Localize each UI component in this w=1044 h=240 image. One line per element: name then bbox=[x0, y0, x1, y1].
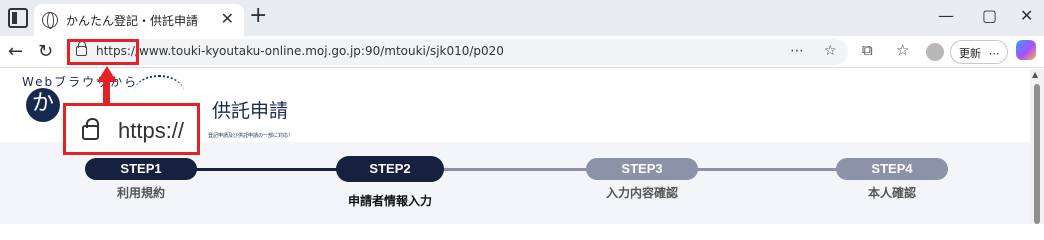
site-subtitle: 登記申請及び供託申請の一部に対応！ bbox=[208, 133, 294, 139]
favorites-icon[interactable]: ☆ bbox=[896, 41, 909, 59]
browser-toolbar: ← ↻ https://www.touki-kyoutaku-online.mo… bbox=[0, 36, 1044, 68]
update-button-label: 更新 bbox=[959, 47, 981, 60]
maximize-button[interactable]: ▢ bbox=[982, 6, 997, 25]
step-4-badge: STEP4 bbox=[836, 158, 948, 180]
callout-arrow-shaft bbox=[103, 82, 110, 104]
scrollbar-thumb[interactable] bbox=[1034, 84, 1040, 224]
profile-avatar[interactable] bbox=[926, 43, 944, 61]
scroll-up-icon[interactable]: ▲ bbox=[1032, 70, 1038, 79]
callout-arrow-head bbox=[97, 66, 117, 82]
new-tab-button[interactable]: + bbox=[249, 4, 267, 28]
page-title: 供託申請 bbox=[212, 100, 289, 122]
step-3-badge: STEP3 bbox=[586, 158, 698, 180]
workspaces-icon[interactable] bbox=[8, 8, 28, 28]
lock-icon-zoomed bbox=[82, 118, 99, 140]
more-icon[interactable]: ⋯ bbox=[989, 47, 1000, 60]
tab-title: かんたん登記・供託申請 bbox=[66, 14, 199, 28]
zoom-callout: https:// bbox=[63, 103, 200, 155]
page-options-icon[interactable]: ⋯ bbox=[790, 43, 804, 59]
step-3-label: 入力内容確認 bbox=[605, 186, 678, 200]
step-4-label: 本人確認 bbox=[867, 186, 916, 200]
zoom-callout-text: https:// bbox=[118, 118, 185, 143]
step-2-badge: STEP2 bbox=[336, 156, 444, 182]
reload-button[interactable]: ↻ bbox=[38, 41, 53, 62]
copilot-icon[interactable] bbox=[1016, 40, 1036, 60]
site-logo[interactable]: か bbox=[26, 88, 60, 122]
minimize-button[interactable]: — bbox=[938, 6, 954, 25]
address-bar[interactable]: https://www.touki-kyoutaku-online.moj.go… bbox=[64, 39, 848, 65]
tab-strip: かんたん登記・供託申請 ✕ + — ▢ ✕ bbox=[0, 0, 1044, 36]
globe-icon bbox=[42, 12, 58, 29]
url-text[interactable]: https://www.touki-kyoutaku-online.moj.go… bbox=[96, 44, 504, 58]
step-1-badge: STEP1 bbox=[85, 158, 197, 180]
browser-tab[interactable]: かんたん登記・供託申請 ✕ bbox=[34, 4, 244, 36]
extensions-icon[interactable]: ⧉ bbox=[862, 41, 873, 59]
update-button[interactable]: 更新 ⋯ bbox=[950, 40, 1008, 64]
close-tab-icon[interactable]: ✕ bbox=[221, 9, 234, 28]
step-1-label: 利用規約 bbox=[116, 186, 165, 200]
back-button[interactable]: ← bbox=[8, 41, 23, 62]
close-window-button[interactable]: ✕ bbox=[1020, 6, 1033, 25]
url-protocol-highlight bbox=[67, 39, 139, 65]
favorite-star-icon[interactable]: ☆ bbox=[824, 43, 837, 59]
step-2-label: 申請者情報入力 bbox=[347, 194, 432, 208]
